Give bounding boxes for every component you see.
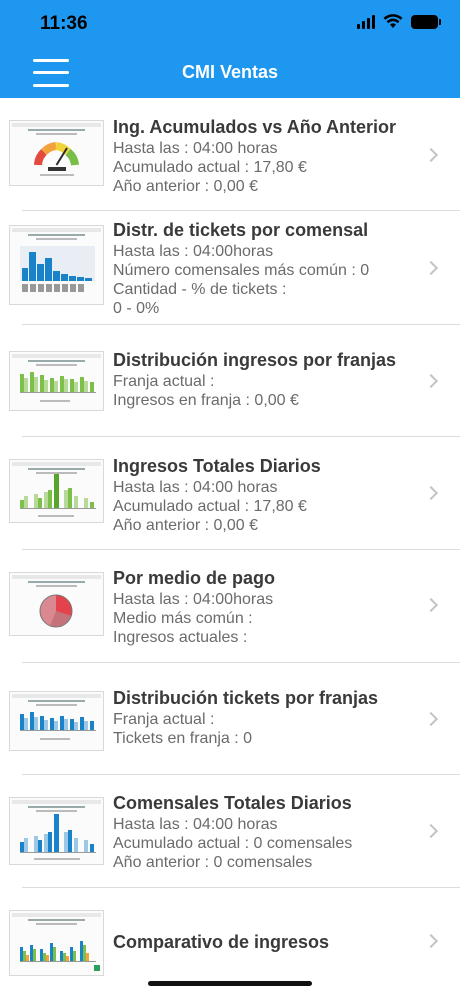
list-item-detail: Franja actual : bbox=[113, 711, 215, 728]
list-item-detail: Acumulado actual : 0 comensales bbox=[113, 835, 353, 852]
list-item-detail: Número comensales más común : 0 bbox=[113, 262, 370, 279]
chevron-right-icon bbox=[423, 373, 439, 389]
list-item-detail: 0 - 0% bbox=[113, 300, 160, 317]
app-header: 11:36 CMI Ventas bbox=[0, 0, 460, 98]
list-item-text: Por medio de pago Hasta las : 04:00horas… bbox=[113, 567, 420, 647]
list-item-text: Ing. Acumulados vs Año Anterior Hasta la… bbox=[113, 116, 420, 196]
comparison-bar-chart-thumbnail bbox=[9, 910, 104, 976]
list-item-title: Distribución ingresos por franjas bbox=[113, 350, 397, 370]
home-indicator[interactable] bbox=[148, 981, 312, 986]
list-item-text: Comparativo de ingresos bbox=[113, 931, 420, 954]
list-item-detail: Hasta las : 04:00 horas bbox=[113, 140, 278, 157]
list-item-detail: Cantidad - % de tickets : bbox=[113, 281, 287, 298]
list-item-detail: Franja actual : bbox=[113, 373, 215, 390]
signal-icon bbox=[357, 14, 375, 29]
list-item-detail: Hasta las : 04:00horas bbox=[113, 243, 274, 260]
battery-icon bbox=[411, 14, 441, 29]
list-item-detail: Año anterior : 0,00 € bbox=[113, 517, 258, 534]
list-item-text: Distr. de tickets por comensal Hasta las… bbox=[113, 219, 420, 318]
list-item-text: Ingresos Totales Diarios Hasta las : 04:… bbox=[113, 455, 420, 535]
chevron-right-icon bbox=[423, 147, 439, 163]
list-item-text: Distribución ingresos por franjas Franja… bbox=[113, 349, 420, 410]
bar-chart-thumbnail bbox=[9, 225, 104, 305]
list-item-title: Por medio de pago bbox=[113, 568, 276, 588]
list-item-title: Comparativo de ingresos bbox=[113, 932, 330, 952]
list-item-detail: Tickets en franja : 0 bbox=[113, 730, 253, 747]
list-item[interactable]: Distribución tickets por franjas Franja … bbox=[0, 663, 460, 775]
list-item-detail: Año anterior : 0,00 € bbox=[113, 178, 258, 195]
blue-bar-chart-thumbnail bbox=[9, 691, 104, 751]
chevron-right-icon bbox=[423, 597, 439, 613]
list-item-detail: Año anterior : 0 comensales bbox=[113, 854, 313, 871]
list-item-detail: Acumulado actual : 17,80 € bbox=[113, 498, 307, 515]
green-bar-chart-thumbnail bbox=[9, 351, 104, 411]
chevron-right-icon bbox=[423, 823, 439, 839]
chevron-right-icon bbox=[423, 485, 439, 501]
gauge-chart-thumbnail bbox=[9, 120, 104, 186]
list-item[interactable]: Por medio de pago Hasta las : 04:00horas… bbox=[0, 550, 460, 663]
list-item-detail: Ingresos actuales : bbox=[113, 629, 248, 646]
list-item-detail: Hasta las : 04:00 horas bbox=[113, 816, 278, 833]
list-item-detail: Hasta las : 04:00horas bbox=[113, 591, 274, 608]
page-title: CMI Ventas bbox=[181, 62, 279, 82]
list-item[interactable]: Distr. de tickets por comensal Hasta las… bbox=[0, 211, 460, 325]
list-item-text: Distribución tickets por franjas Franja … bbox=[113, 687, 420, 748]
list-item[interactable]: Comensales Totales Diarios Hasta las : 0… bbox=[0, 775, 460, 888]
list-item-title: Ingresos Totales Diarios bbox=[113, 456, 321, 476]
list-item[interactable]: Distribución ingresos por franjas Franja… bbox=[0, 325, 460, 437]
pie-chart-thumbnail bbox=[9, 572, 104, 636]
list-item-title: Distribución tickets por franjas bbox=[113, 688, 379, 708]
blue-bar-chart-thumbnail bbox=[9, 797, 104, 865]
green-bar-chart-thumbnail bbox=[9, 459, 104, 523]
list-item-detail: Ingresos en franja : 0,00 € bbox=[113, 392, 299, 409]
list-item-title: Ing. Acumulados vs Año Anterior bbox=[113, 117, 397, 137]
list-item-title: Distr. de tickets por comensal bbox=[113, 220, 369, 240]
chevron-right-icon bbox=[423, 260, 439, 276]
list-item-title: Comensales Totales Diarios bbox=[113, 793, 352, 813]
chevron-right-icon bbox=[423, 933, 439, 949]
chevron-right-icon bbox=[423, 711, 439, 727]
list-item-detail: Medio más común : bbox=[113, 610, 253, 627]
wifi-icon bbox=[383, 14, 403, 28]
list-item[interactable]: Ingresos Totales Diarios Hasta las : 04:… bbox=[0, 437, 460, 550]
status-time: 11:36 bbox=[40, 13, 88, 34]
list-item[interactable]: Comparativo de ingresos bbox=[0, 888, 460, 996]
list-item[interactable]: Ing. Acumulados vs Año Anterior Hasta la… bbox=[0, 98, 460, 211]
list-item-text: Comensales Totales Diarios Hasta las : 0… bbox=[113, 792, 420, 872]
list-item-detail: Hasta las : 04:00 horas bbox=[113, 479, 278, 496]
status-icons bbox=[357, 14, 441, 29]
list-item-detail: Acumulado actual : 17,80 € bbox=[113, 159, 307, 176]
